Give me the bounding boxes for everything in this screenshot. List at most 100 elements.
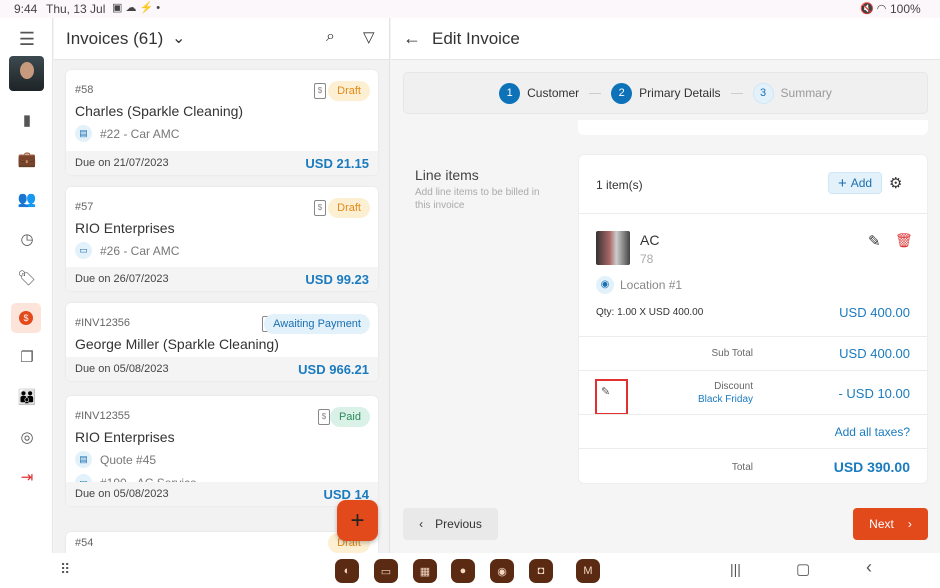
document-icon: ▤ — [75, 125, 92, 142]
search-icon[interactable]: ⌕ — [326, 28, 335, 46]
invoice-card[interactable]: #INV12356 $ Awaiting Payment George Mill… — [66, 303, 378, 381]
team-icon[interactable]: 👪 — [14, 384, 40, 410]
amount: USD 21.15 — [305, 155, 369, 171]
page-title: Edit Invoice — [432, 29, 520, 48]
due-date: Due on 26/07/2023 — [75, 273, 169, 285]
total-value: USD 390.00 — [833, 459, 910, 475]
invoice-card[interactable]: #57 $ Draft RIO Enterprises ▭ #26 - Car A… — [66, 187, 378, 291]
contacts-app-icon[interactable]: ◉ — [490, 559, 514, 583]
item-code: 78 — [640, 252, 654, 266]
customer-name: RIO Enterprises — [75, 220, 175, 236]
calendar-app-icon[interactable]: ▦ — [413, 559, 437, 583]
item-location: Location #1 — [620, 278, 683, 292]
previous-section-card — [578, 120, 928, 135]
customers-icon[interactable]: 👥 — [14, 186, 40, 212]
due-date: Due on 05/08/2023 — [75, 488, 169, 500]
line-item: AC 78 ✎ 🗑 ◉ Location #1 Qty: 1.00 X USD … — [579, 213, 927, 336]
taxes-row: Add all taxes? — [579, 414, 927, 448]
previous-button[interactable]: ‹ Previous — [403, 508, 498, 540]
status-badge: Draft — [328, 81, 370, 101]
status-date: Thu, 13 Jul — [46, 2, 106, 16]
clock-icon[interactable]: ◷ — [14, 226, 40, 252]
battery-level: 100% — [890, 2, 921, 16]
status-badge: Draft — [328, 198, 370, 218]
invoice-number: #58 — [75, 84, 94, 96]
due-date: Due on 21/07/2023 — [75, 157, 169, 169]
invoice-number: #INV12355 — [75, 410, 131, 422]
line-items-card: 1 item(s) + Add ⚙ AC 78 ✎ 🗑 ◉ Location #1… — [578, 154, 928, 484]
next-button[interactable]: Next › — [853, 508, 928, 540]
location-icon: ◉ — [596, 276, 614, 294]
item-name: AC — [640, 232, 660, 248]
edit-icon[interactable]: ✎ — [868, 232, 881, 250]
quote-ref: ▤ Quote #45 — [75, 451, 156, 468]
delete-icon[interactable]: 🗑 — [895, 232, 913, 249]
due-date: Due on 05/08/2023 — [75, 363, 169, 375]
discount-row: ✎ Discount Black Friday - USD 10.00 — [579, 370, 927, 415]
chevron-down-icon[interactable]: ⌄ — [172, 28, 185, 48]
amount: USD 99.23 — [305, 271, 369, 287]
gmail-app-icon[interactable]: M — [576, 559, 600, 583]
section-description: Add line items to be billed in this invo… — [415, 187, 540, 211]
add-invoice-button[interactable]: + — [337, 500, 378, 541]
home-icon[interactable]: ▢ — [796, 560, 810, 578]
status-time: 9:44 — [14, 2, 38, 16]
amount: USD 966.21 — [298, 361, 369, 377]
edit-header: ← Edit Invoice — [391, 18, 940, 60]
list-title: Invoices (61) — [66, 29, 164, 48]
status-badge: Awaiting Payment — [264, 314, 370, 334]
messages-app-icon[interactable]: ● — [451, 559, 475, 583]
invoice-card[interactable]: #INV12355 $ Paid RIO Enterprises ▤ Quote … — [66, 396, 378, 506]
customer-name: RIO Enterprises — [75, 429, 175, 445]
documents-icon[interactable]: ❐ — [14, 344, 40, 370]
browser-app-icon[interactable]: ◐ — [335, 559, 359, 583]
gear-icon[interactable]: ⚙ — [889, 174, 902, 192]
invoice-list-panel: Invoices (61) ⌄ ⌕ ▽ #58 $ Draft Charles … — [54, 18, 390, 553]
subtotal-row: Sub Total USD 400.00 — [579, 336, 927, 370]
customer-name: George Miller (Sparkle Cleaning) — [75, 336, 279, 352]
invoice-number: #INV12356 — [75, 317, 131, 329]
job-ref: ▤ #22 - Car AMC — [75, 125, 179, 142]
step-customer[interactable]: 1 Customer — [499, 82, 579, 104]
step-summary[interactable]: 3 Summary — [752, 82, 832, 104]
step-primary-details[interactable]: 2 Primary Details — [611, 82, 721, 104]
stepper: 1 Customer 2 Primary Details 3 Summary — [403, 72, 928, 114]
pencil-icon: ✎ — [601, 386, 611, 398]
section-title: Line items — [415, 167, 479, 183]
invoices-icon[interactable]: $ — [11, 303, 41, 333]
sidebar: ☰ ▮ 💼 👥 ◷ 🏷 $ ❐ 👪 ◎ ⇥ — [0, 18, 53, 553]
add-item-button[interactable]: + Add — [828, 172, 882, 194]
item-count: 1 item(s) — [596, 178, 643, 192]
recents-icon[interactable]: ||| — [730, 561, 741, 577]
total-row: Total USD 390.00 — [579, 448, 927, 484]
briefcase-icon[interactable]: 💼 — [14, 146, 40, 172]
avatar[interactable] — [9, 56, 44, 91]
status-bar: 9:44 Thu, 13 Jul ▣ ☁ ⚡ • 🔇 ◠ 100% — [0, 0, 940, 18]
filter-icon[interactable]: ▽ — [363, 28, 375, 46]
customer-name: Charles (Sparkle Cleaning) — [75, 103, 244, 119]
menu-icon[interactable]: ☰ — [14, 26, 40, 52]
item-total: USD 400.00 — [839, 305, 910, 320]
quote-icon: ▤ — [75, 451, 92, 468]
back-arrow-icon[interactable]: ← — [403, 28, 421, 49]
reports-icon[interactable]: ▮ — [14, 107, 40, 133]
add-all-taxes-link[interactable]: Add all taxes? — [835, 425, 910, 439]
edit-discount-button[interactable]: ✎ — [595, 379, 628, 415]
subtotal-value: USD 400.00 — [839, 346, 910, 361]
list-header: Invoices (61) ⌄ ⌕ ▽ — [54, 18, 389, 60]
files-app-icon[interactable]: ▭ — [374, 559, 398, 583]
discount-name: Black Friday — [697, 394, 753, 405]
item-image — [596, 231, 630, 265]
logout-icon[interactable]: ⇥ — [14, 464, 40, 490]
tag-icon[interactable]: 🏷 — [14, 265, 40, 291]
invoice-card[interactable]: #54 Draft — [66, 532, 378, 553]
job-ref: ▭ #26 - Car AMC — [75, 242, 179, 259]
app-drawer-icon[interactable]: ⠿ — [60, 561, 70, 578]
invoice-icon: $ — [314, 200, 326, 216]
invoice-card[interactable]: #58 $ Draft Charles (Sparkle Cleaning) ▤… — [66, 70, 378, 175]
camera-app-icon[interactable]: ◘ — [529, 559, 553, 583]
settings-icon[interactable]: ◎ — [14, 424, 40, 450]
status-badge: Paid — [329, 407, 370, 427]
invoice-icon: $ — [314, 83, 326, 99]
back-icon[interactable]: ‹ — [866, 557, 872, 578]
